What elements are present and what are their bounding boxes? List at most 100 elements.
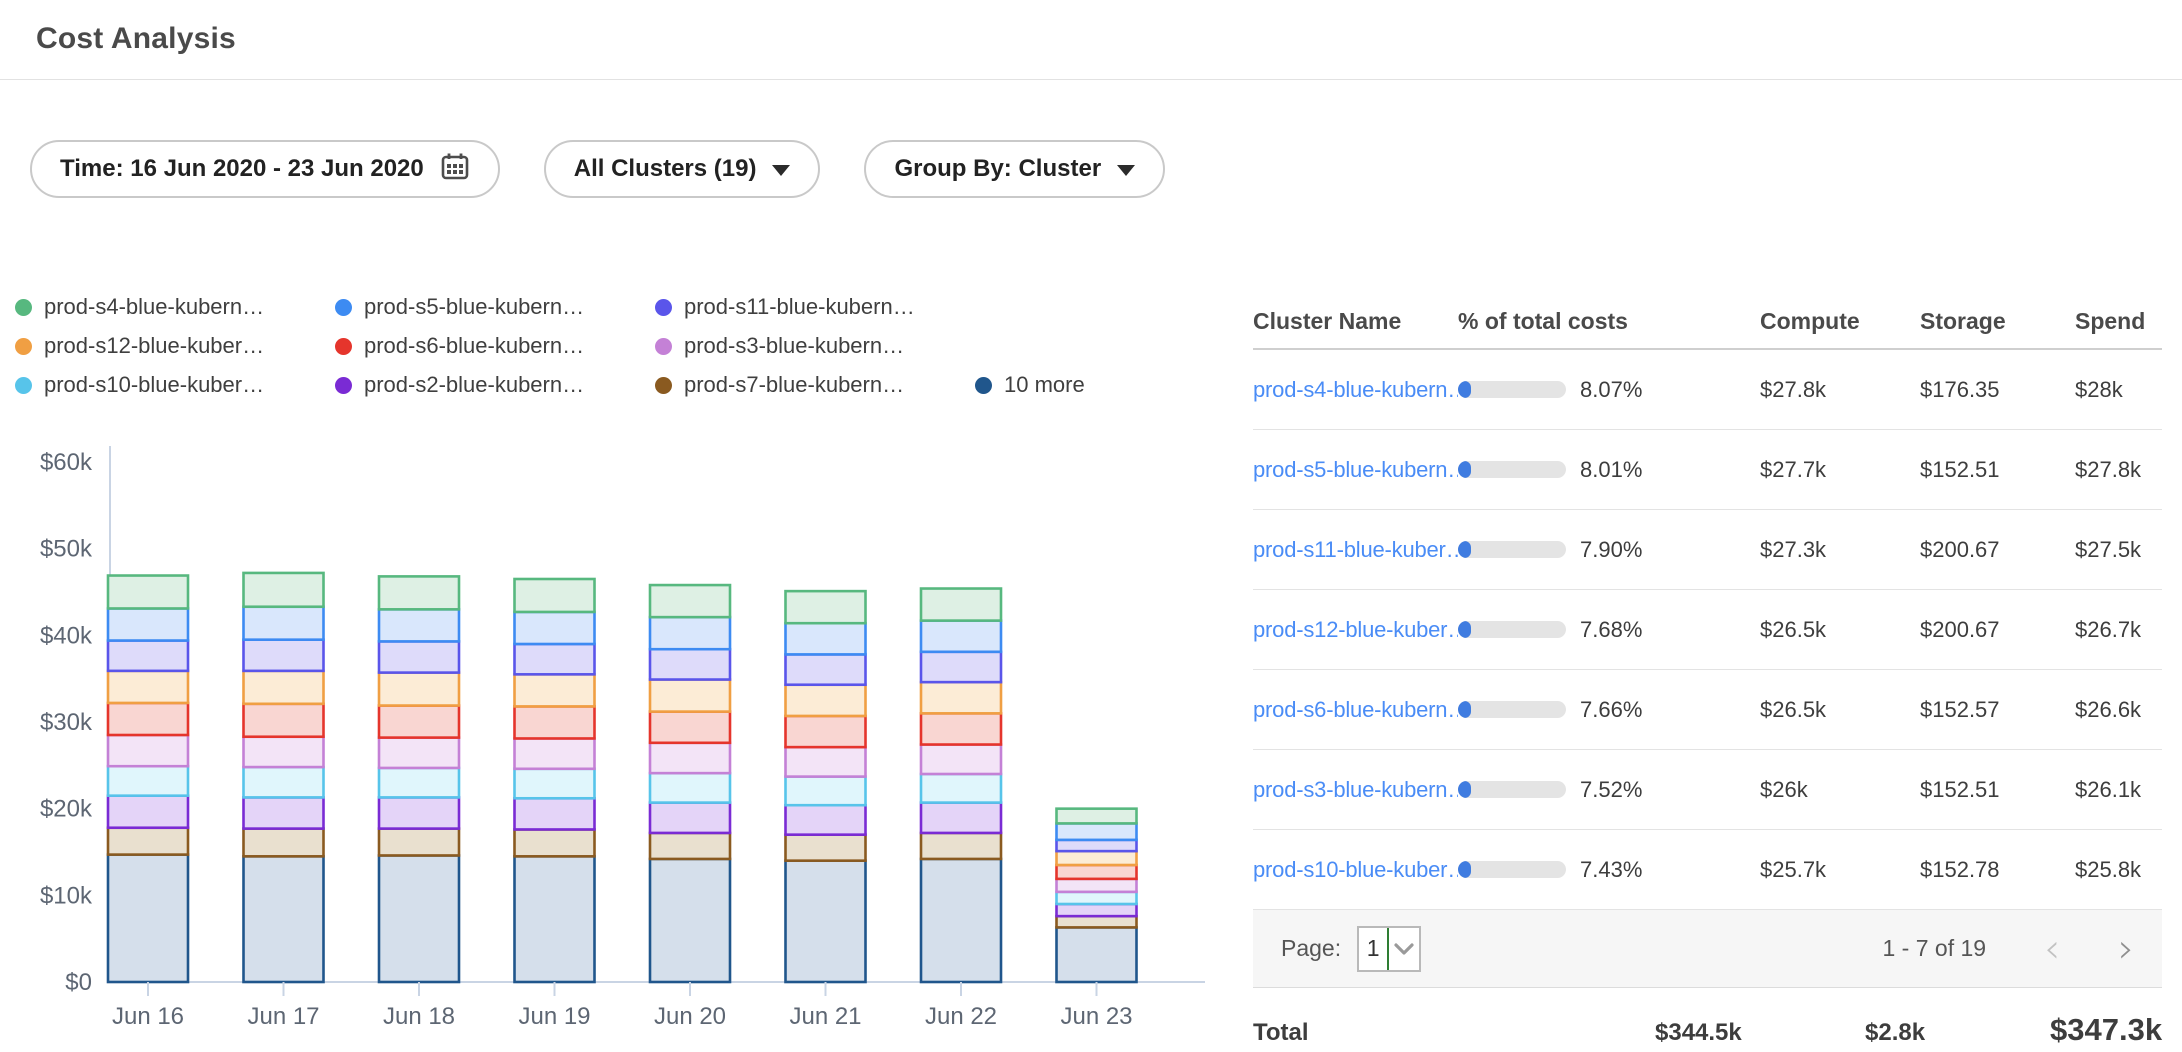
spend-value: $27.5k bbox=[2075, 537, 2162, 563]
legend-item[interactable]: 10 more bbox=[975, 372, 1085, 398]
group-by-dropdown[interactable]: Group By: Cluster bbox=[864, 140, 1165, 198]
chart-legend: prod-s4-blue-kubern… prod-s5-blue-kubern…… bbox=[15, 294, 1245, 398]
cluster-name-link[interactable]: prod-s11-blue-kuber… bbox=[1253, 537, 1458, 563]
bar-segment bbox=[921, 745, 1001, 774]
legend-item-label: 10 more bbox=[1004, 372, 1085, 398]
legend-item[interactable]: prod-s12-blue-kuber… bbox=[15, 333, 335, 359]
percent-bar-fill bbox=[1458, 621, 1471, 638]
percent-bar-fill bbox=[1458, 861, 1471, 878]
percent-bar-fill bbox=[1458, 701, 1471, 718]
percent-bar-track bbox=[1458, 861, 1566, 878]
legend-item-label: prod-s11-blue-kubern… bbox=[684, 294, 915, 320]
spend-value: $28k bbox=[2075, 377, 2162, 403]
cluster-name-link[interactable]: prod-s3-blue-kubern… bbox=[1253, 777, 1458, 803]
cluster-name-link[interactable]: prod-s6-blue-kubern… bbox=[1253, 697, 1458, 723]
compute-value: $26.5k bbox=[1760, 617, 1920, 643]
legend-color-dot-icon bbox=[15, 338, 32, 355]
percent-value: 7.68% bbox=[1580, 617, 1642, 643]
percent-value: 7.66% bbox=[1580, 697, 1642, 723]
cluster-name-link[interactable]: prod-s5-blue-kubern… bbox=[1253, 457, 1458, 483]
bar-segment bbox=[244, 704, 324, 737]
x-axis-tick-label: Jun 23 bbox=[1060, 1003, 1132, 1030]
y-axis-tick-label: $50k bbox=[40, 536, 93, 563]
percent-bar-track bbox=[1458, 621, 1566, 638]
next-page-button[interactable]: › bbox=[2118, 929, 2134, 969]
table-body: prod-s4-blue-kubern…8.07%$27.8k$176.35$2… bbox=[1253, 350, 2162, 910]
compute-value: $26k bbox=[1760, 777, 1920, 803]
table-row: prod-s12-blue-kuber…7.68%$26.5k$200.67$2… bbox=[1253, 590, 2162, 670]
bar-segment bbox=[108, 796, 188, 828]
bar-segment bbox=[379, 797, 459, 828]
total-storage: $2.8k bbox=[1865, 1019, 2050, 1047]
bar-segment bbox=[786, 835, 866, 861]
bar-segment bbox=[650, 649, 730, 679]
bar-segment bbox=[379, 576, 459, 609]
x-axis-tick-label: Jun 17 bbox=[247, 1003, 319, 1030]
bar-segment bbox=[244, 573, 324, 607]
legend-row: prod-s12-blue-kuber…prod-s6-blue-kubern…… bbox=[15, 333, 1245, 359]
bar-segment bbox=[515, 644, 595, 674]
bar-segment bbox=[921, 621, 1001, 652]
bar-segment bbox=[244, 829, 324, 857]
legend-item[interactable]: prod-s7-blue-kubern… bbox=[655, 372, 975, 398]
compute-value: $27.3k bbox=[1760, 537, 1920, 563]
percent-bar-track bbox=[1458, 541, 1566, 558]
bar-segment bbox=[515, 738, 595, 768]
legend-color-dot-icon bbox=[15, 377, 32, 394]
cluster-name-link[interactable]: prod-s4-blue-kubern… bbox=[1253, 377, 1458, 403]
legend-row: prod-s10-blue-kuber… prod-s2-blue-kubern…… bbox=[15, 372, 1245, 398]
bar-segment bbox=[921, 833, 1001, 859]
bar-segment bbox=[515, 829, 595, 856]
percent-value: 7.43% bbox=[1580, 857, 1642, 883]
bar-segment bbox=[244, 607, 324, 640]
bar-segment bbox=[108, 671, 188, 703]
legend-item-label: prod-s7-blue-kubern… bbox=[684, 372, 904, 398]
bar-segment bbox=[650, 585, 730, 617]
page-select[interactable]: 1 bbox=[1357, 926, 1421, 972]
bar-segment bbox=[515, 769, 595, 798]
legend-item-label: prod-s4-blue-kubern… bbox=[44, 294, 264, 320]
percent-cell: 7.90% bbox=[1458, 537, 1760, 563]
legend-item[interactable]: prod-s10-blue-kuber… bbox=[15, 372, 335, 398]
page-select-value: 1 bbox=[1359, 928, 1389, 970]
cluster-name-link[interactable]: prod-s10-blue-kuber… bbox=[1253, 857, 1458, 883]
legend-item[interactable]: prod-s6-blue-kubern… bbox=[335, 333, 655, 359]
legend-color-dot-icon bbox=[335, 299, 352, 316]
previous-page-button[interactable]: ‹ bbox=[2044, 929, 2060, 969]
legend-item[interactable]: prod-s5-blue-kubern… bbox=[335, 294, 655, 320]
bar-segment bbox=[379, 738, 459, 768]
bar-segment bbox=[379, 855, 459, 982]
bar-segment bbox=[786, 623, 866, 654]
spend-value: $27.8k bbox=[2075, 457, 2162, 483]
legend-item[interactable]: prod-s11-blue-kubern… bbox=[655, 294, 975, 320]
legend-item[interactable]: prod-s4-blue-kubern… bbox=[15, 294, 335, 320]
bar-segment bbox=[244, 671, 324, 704]
bar-segment bbox=[244, 640, 324, 671]
clusters-filter-dropdown[interactable]: All Clusters (19) bbox=[544, 140, 821, 198]
stacked-bar-chart: $0$10k$20k$30k$40k$50k$60kJun 16Jun 17Ju… bbox=[0, 411, 1245, 1052]
bar-segment bbox=[650, 773, 730, 802]
bar-segment bbox=[244, 797, 324, 828]
legend-color-dot-icon bbox=[335, 377, 352, 394]
percent-value: 7.52% bbox=[1580, 777, 1642, 803]
storage-value: $200.67 bbox=[1920, 537, 2075, 563]
bar-segment bbox=[108, 855, 188, 982]
cost-chart-panel: prod-s4-blue-kubern… prod-s5-blue-kubern…… bbox=[0, 294, 1245, 1052]
legend-item[interactable]: prod-s2-blue-kubern… bbox=[335, 372, 655, 398]
percent-cell: 7.66% bbox=[1458, 697, 1760, 723]
legend-item[interactable]: prod-s3-blue-kubern… bbox=[655, 333, 975, 359]
main-content: prod-s4-blue-kubern… prod-s5-blue-kubern…… bbox=[0, 294, 2182, 1052]
time-range-filter-button[interactable]: Time: 16 Jun 2020 - 23 Jun 2020 bbox=[30, 140, 500, 198]
column-header: Cluster Name bbox=[1253, 308, 1458, 335]
bar-segment bbox=[515, 612, 595, 644]
chevron-down-icon bbox=[1389, 928, 1419, 970]
bar-segment bbox=[786, 747, 866, 776]
bar-segment bbox=[108, 735, 188, 766]
percent-bar-fill bbox=[1458, 461, 1471, 478]
cluster-name-link[interactable]: prod-s12-blue-kuber… bbox=[1253, 617, 1458, 643]
legend-item-label: prod-s2-blue-kubern… bbox=[364, 372, 584, 398]
compute-value: $25.7k bbox=[1760, 857, 1920, 883]
bar-segment bbox=[650, 712, 730, 743]
percent-bar-fill bbox=[1458, 781, 1471, 798]
bar-segment bbox=[108, 828, 188, 855]
